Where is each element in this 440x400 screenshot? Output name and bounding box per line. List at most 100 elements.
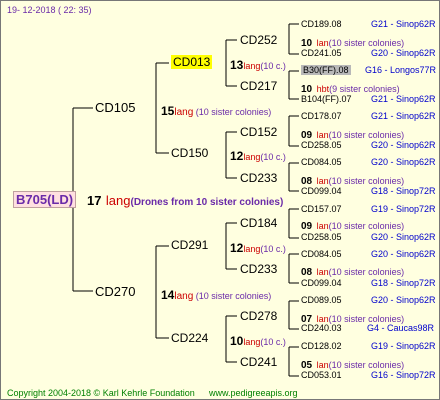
root-lang: lang <box>105 193 131 208</box>
gen4-3-id-text: B30(FF).08 <box>301 65 351 75</box>
gen2-4-lang: lang <box>243 337 261 347</box>
gen1-lower-sis: (10 sister colonies) <box>193 291 272 301</box>
gen2-3-id[interactable]: CD291 <box>171 239 208 251</box>
gen3-5-id[interactable]: CD184 <box>240 217 277 229</box>
gen4-5-id[interactable]: CD178.07 <box>301 112 342 121</box>
gen3-4-lang: lan <box>316 176 329 186</box>
gen4-6-breed: G20 - Sinop62R <box>371 140 436 150</box>
gen4-9-id[interactable]: CD157.07 <box>301 205 342 214</box>
gen3-2-sis: (9 sister colonies) <box>329 84 400 94</box>
gen3-6-id[interactable]: CD233 <box>240 263 277 275</box>
gen1-lower-id[interactable]: CD270 <box>95 285 135 298</box>
gen4-7-breed: G20 - Sinop62R <box>371 157 436 167</box>
gen2-2-num: 12 <box>230 149 244 163</box>
gen3-8-sis: (10 sister colonies) <box>328 360 405 370</box>
gen4-10-id[interactable]: CD258.05 <box>301 233 342 242</box>
gen3-4-id[interactable]: CD233 <box>240 172 277 184</box>
gen2-4-num: 10 <box>230 334 244 348</box>
root-drones: (Drones from 10 sister colonies) <box>130 197 284 208</box>
date-stamp: 19- 12-2018 ( 22: 35) <box>7 5 92 15</box>
gen3-6-sis: (10 sister colonies) <box>328 267 405 277</box>
gen3-3-sis: (10 sister colonies) <box>328 130 405 140</box>
gen3-5-lang: lan <box>316 221 329 231</box>
gen2-3-lang: lang <box>243 244 261 254</box>
gen3-8-id[interactable]: CD241 <box>240 356 277 368</box>
gen4-10-breed: G20 - Sinop62R <box>371 232 436 242</box>
gen3-7-id[interactable]: CD278 <box>240 310 277 322</box>
gen3-5-num: 09 <box>301 221 313 232</box>
gen2-4-sis: (10 c.) <box>260 337 286 347</box>
gen4-11-breed: G20 - Sinop62R <box>371 249 436 259</box>
gen1-upper-info: 15lang (10 sister colonies) <box>161 103 271 119</box>
gen4-12-id[interactable]: CD099.04 <box>301 279 342 288</box>
gen4-14-breed: G4 - Caucas98R <box>367 323 435 333</box>
gen3-5-sis: (10 sister colonies) <box>328 221 405 231</box>
gen2-3-sis: (10 c.) <box>260 244 286 254</box>
gen4-9-breed: G19 - Sinop72R <box>371 204 436 214</box>
gen4-13-breed: G20 - Sinop62R <box>371 295 436 305</box>
gen4-3-breed: G16 - Longos77R <box>365 65 437 75</box>
gen4-12-breed: G18 - Sinop72R <box>371 278 436 288</box>
gen2-1-sis: (10 c.) <box>260 61 286 71</box>
gen1-upper-lang: lang <box>174 107 194 118</box>
gen2-1-id-text: CD013 <box>171 55 213 69</box>
pedigree-diagram: 19- 12-2018 ( 22: 35) Copyright 2004-201… <box>0 0 440 400</box>
gen4-4-breed: G21 - Sinop62R <box>371 94 436 104</box>
gen3-1-lang: lan <box>316 38 329 48</box>
root-queen[interactable]: B705(LD) <box>13 191 77 208</box>
gen4-3-id[interactable]: B30(FF).08 <box>301 65 351 75</box>
gen4-6-id[interactable]: CD258.05 <box>301 141 342 150</box>
gen4-2-id[interactable]: CD241.05 <box>301 49 342 58</box>
root-id: B705(LD) <box>13 191 77 208</box>
root-info: 17 lang(Drones from 10 sister colonies) <box>87 193 283 209</box>
gen3-4-sis: (10 sister colonies) <box>328 176 405 186</box>
gen3-3-lang: lan <box>316 130 329 140</box>
gen4-15-breed: G19 - Sinop62R <box>371 341 436 351</box>
gen3-1-sis: (10 sister colonies) <box>328 38 405 48</box>
gen2-1-info: 13lang(10 c.) <box>230 57 286 73</box>
gen1-upper-num: 15 <box>161 104 175 118</box>
gen3-2-lang: hbt <box>316 84 330 94</box>
gen1-lower-lang: lang <box>174 291 194 302</box>
gen1-lower-num: 14 <box>161 288 175 302</box>
gen3-6-num: 08 <box>301 267 313 278</box>
gen4-11-id[interactable]: CD084.05 <box>301 250 342 259</box>
gen4-15-id[interactable]: CD128.02 <box>301 342 342 351</box>
gen2-1-id[interactable]: CD013 <box>171 55 213 69</box>
gen2-4-info: 10lang(10 c.) <box>230 333 286 349</box>
gen2-1-lang: lang <box>243 61 261 71</box>
gen3-3-id[interactable]: CD152 <box>240 126 277 138</box>
website-link[interactable]: www.pedigreeapis.org <box>209 389 298 398</box>
gen2-2-info: 12lang(10 c.) <box>230 148 286 164</box>
gen2-1-num: 13 <box>230 58 244 72</box>
gen4-1-id[interactable]: CD189.08 <box>301 20 342 29</box>
gen4-13-id[interactable]: CD089.05 <box>301 296 342 305</box>
gen4-14-id[interactable]: CD240.03 <box>301 324 342 333</box>
gen4-2-breed: G20 - Sinop62R <box>371 48 436 58</box>
gen4-8-id[interactable]: CD099.04 <box>301 187 342 196</box>
gen3-8-lang: lan <box>316 360 329 370</box>
gen2-3-num: 12 <box>230 241 244 255</box>
gen1-lower-info: 14lang (10 sister colonies) <box>161 287 271 303</box>
gen2-4-id[interactable]: CD224 <box>171 332 208 344</box>
gen3-5-info: 09 lan(10 sister colonies) <box>301 217 404 233</box>
gen4-1-breed: G21 - Sinop62R <box>371 19 436 29</box>
gen4-8-breed: G18 - Sinop72R <box>371 186 436 196</box>
gen1-upper-id[interactable]: CD105 <box>95 101 135 114</box>
gen2-2-lang: lang <box>243 152 261 162</box>
gen2-2-id[interactable]: CD150 <box>171 147 208 159</box>
gen2-3-info: 12lang(10 c.) <box>230 240 286 256</box>
gen3-2-id[interactable]: CD217 <box>240 80 277 92</box>
gen1-upper-sis: (10 sister colonies) <box>193 107 272 117</box>
gen3-6-info: 08 lan(10 sister colonies) <box>301 263 404 279</box>
gen4-7-id[interactable]: CD084.05 <box>301 158 342 167</box>
gen2-2-sis: (10 c.) <box>260 152 286 162</box>
gen4-16-breed: G16 - Sinop72R <box>371 370 436 380</box>
gen4-5-breed: G21 - Sinop62R <box>371 111 436 121</box>
root-num: 17 <box>87 193 102 208</box>
gen4-4-id[interactable]: B104(FF).07 <box>301 95 352 104</box>
gen3-1-id[interactable]: CD252 <box>240 34 277 46</box>
gen4-16-id[interactable]: CD053.01 <box>301 371 342 380</box>
copyright-text: Copyright 2004-2018 © Karl Kehrle Founda… <box>7 388 195 398</box>
gen3-6-lang: lan <box>316 267 329 277</box>
